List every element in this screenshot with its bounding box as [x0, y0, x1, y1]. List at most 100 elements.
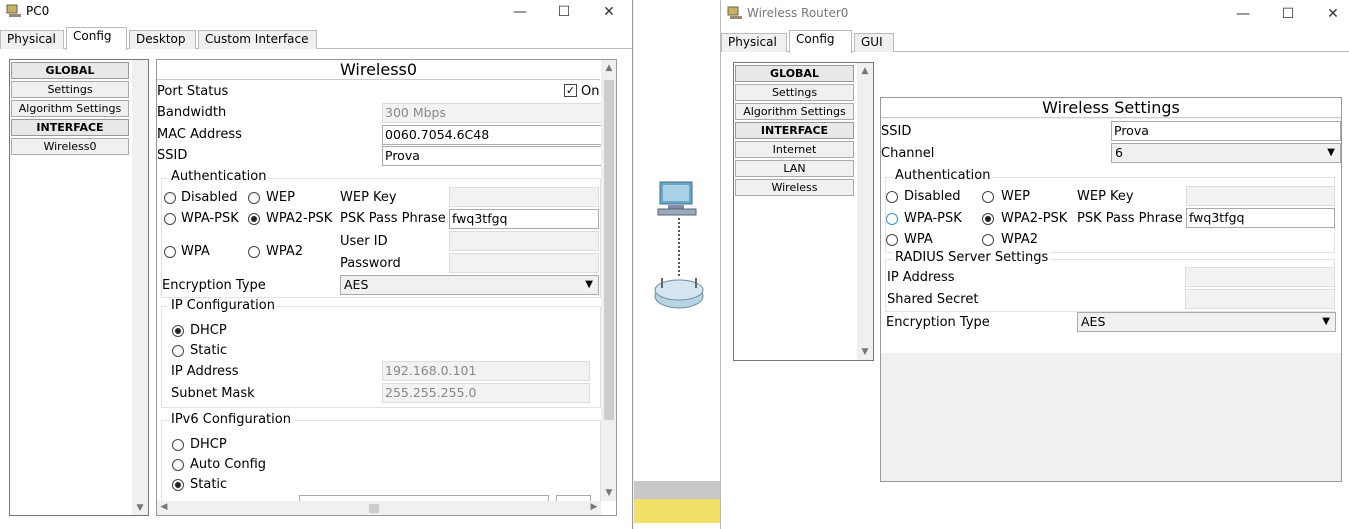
ssid-label: SSID	[881, 124, 912, 139]
sidebar-scrollbar[interactable]: ▲ ▼	[857, 63, 873, 360]
tab-physical[interactable]: Physical	[721, 33, 787, 52]
sidebar-scrollbar[interactable]: ▼	[132, 60, 148, 515]
encryption-type-select[interactable]: AES ▼	[340, 275, 599, 295]
sidebar-item-algorithm-settings[interactable]: Algorithm Settings	[735, 103, 854, 120]
psk-pass-phrase-field[interactable]: fwq3tfgq	[1186, 208, 1335, 228]
auth-wpa2-psk-label: WPA2-PSK	[1001, 211, 1068, 226]
psk-pass-phrase-label: PSK Pass Phrase	[340, 211, 446, 226]
channel-select[interactable]: 6 ▼	[1111, 143, 1341, 163]
auth-wpa-radio[interactable]	[164, 246, 176, 258]
tab-custom-interface[interactable]: Custom Interface	[198, 30, 317, 49]
ipv6-dhcp-radio[interactable]	[172, 439, 184, 451]
tab-config[interactable]: Config	[789, 30, 852, 53]
auth-wep-radio[interactable]	[248, 192, 260, 204]
tab-gui[interactable]: GUI	[854, 33, 894, 52]
sidebar-item-wireless[interactable]: Wireless	[735, 179, 854, 196]
workspace-canvas[interactable]	[634, 0, 720, 529]
tab-desktop[interactable]: Desktop	[129, 30, 196, 49]
wireless0-panel: Wireless0 Port Status ✓ On Bandwidth 300…	[156, 59, 617, 516]
authentication-title: Authentication	[169, 169, 269, 184]
channel-value: 6	[1115, 145, 1123, 160]
auth-disabled-radio[interactable]	[164, 192, 176, 204]
psk-pass-phrase-field[interactable]: fwq3tfgq	[449, 209, 599, 229]
minimize-button[interactable]: —	[1228, 4, 1258, 24]
encryption-type-select[interactable]: AES ▼	[1077, 312, 1336, 332]
sidebar-item-settings[interactable]: Settings	[735, 84, 854, 101]
port-status-checkbox[interactable]: ✓	[564, 84, 577, 97]
auth-wpa2-psk-radio[interactable]	[248, 213, 260, 225]
close-button[interactable]: ✕	[594, 2, 624, 22]
panel-horizontal-scrollbar[interactable]: ◀ ▶	[157, 501, 601, 515]
ip-dhcp-radio[interactable]	[172, 325, 184, 337]
auth-wep-radio[interactable]	[982, 191, 994, 203]
pc0-title-bar[interactable]: PC0 — ☐ ✕	[0, 0, 632, 24]
auth-wpa2-radio[interactable]	[248, 246, 260, 258]
ssid-field[interactable]: Prova	[382, 146, 602, 166]
window-title: PC0	[26, 4, 50, 18]
auth-disabled-label: Disabled	[181, 190, 238, 205]
auth-wpa-psk-label: WPA-PSK	[181, 211, 239, 226]
sidebar-item-lan[interactable]: LAN	[735, 160, 854, 177]
scroll-down-icon[interactable]: ▼	[858, 347, 872, 357]
shared-secret-label: Shared Secret	[887, 292, 979, 307]
router-title-bar[interactable]: Wireless Router0 — ☐ ✕	[721, 0, 1349, 28]
h-scroll-thumb[interactable]	[369, 504, 379, 513]
auth-wep-label: WEP	[266, 190, 295, 205]
ipv6-static-radio[interactable]	[172, 479, 184, 491]
sidebar-item-settings[interactable]: Settings	[11, 81, 129, 98]
maximize-button[interactable]: ☐	[1273, 4, 1303, 24]
wireless-settings-panel: Wireless Settings SSID Prova Channel 6 ▼ …	[880, 97, 1342, 482]
maximize-button[interactable]: ☐	[549, 2, 579, 22]
auth-wpa2-radio[interactable]	[982, 234, 994, 246]
auth-wpa-radio[interactable]	[886, 234, 898, 246]
auth-wpa-psk-radio[interactable]	[886, 213, 898, 225]
auth-wpa2-psk-radio[interactable]	[982, 213, 994, 225]
panel-vertical-scrollbar[interactable]: ▲ ▼	[601, 60, 616, 501]
router-icon	[727, 6, 742, 19]
ipv6-auto-config-radio[interactable]	[172, 459, 184, 471]
scroll-right-icon[interactable]: ▶	[587, 502, 601, 512]
close-button[interactable]: ✕	[1318, 4, 1348, 24]
auth-wpa-label: WPA	[904, 232, 933, 247]
mac-address-field[interactable]: 0060.7054.6C48	[382, 125, 602, 145]
scroll-up-icon[interactable]: ▲	[858, 66, 872, 76]
tab-physical[interactable]: Physical	[0, 30, 64, 49]
password-field	[449, 253, 599, 273]
user-id-label: User ID	[340, 234, 388, 249]
scroll-left-icon[interactable]: ◀	[157, 502, 171, 512]
sidebar-item-wireless0[interactable]: Wireless0	[11, 138, 129, 155]
auth-disabled-radio[interactable]	[886, 191, 898, 203]
ip-configuration-title: IP Configuration	[169, 298, 277, 313]
auth-wpa2-label: WPA2	[1001, 232, 1039, 247]
tab-config[interactable]: Config	[66, 27, 127, 50]
ipv6-auto-config-label: Auto Config	[190, 457, 267, 472]
auth-wpa-psk-label: WPA-PSK	[904, 211, 962, 226]
window-title: Wireless Router0	[747, 6, 849, 20]
chevron-down-icon: ▼	[1322, 316, 1330, 327]
panel-title: Wireless Settings	[881, 98, 1341, 118]
auth-wpa2-label: WPA2	[266, 244, 304, 259]
encryption-type-value: AES	[1081, 314, 1106, 329]
radius-ip-address-field	[1185, 267, 1335, 287]
minimize-button[interactable]: —	[505, 2, 535, 22]
pc-icon	[6, 4, 21, 17]
port-status-label: Port Status	[157, 84, 229, 99]
sidebar-item-internet[interactable]: Internet	[735, 141, 854, 158]
ipv6-static-label: Static	[190, 477, 228, 492]
sidebar-header-interface: INTERFACE	[735, 122, 854, 139]
workspace-yellow-bar	[634, 499, 720, 523]
scroll-down-icon[interactable]: ▼	[602, 488, 616, 498]
ssid-field[interactable]: Prova	[1111, 121, 1341, 141]
ip-static-radio[interactable]	[172, 345, 184, 357]
sidebar-item-algorithm-settings[interactable]: Algorithm Settings	[11, 100, 129, 117]
scroll-down-icon[interactable]: ▼	[133, 503, 147, 513]
router-window: Wireless Router0 — ☐ ✕ Physical Config G…	[720, 0, 1349, 529]
encryption-type-label: Encryption Type	[162, 278, 266, 293]
scroll-thumb[interactable]	[604, 80, 614, 420]
encryption-type-label: Encryption Type	[886, 315, 990, 330]
sidebar-header-interface: INTERFACE	[11, 119, 129, 136]
scroll-up-icon[interactable]: ▲	[602, 63, 616, 73]
shared-secret-field	[1185, 289, 1335, 309]
ipv6-dhcp-label: DHCP	[190, 437, 227, 452]
auth-wpa-psk-radio[interactable]	[164, 213, 176, 225]
